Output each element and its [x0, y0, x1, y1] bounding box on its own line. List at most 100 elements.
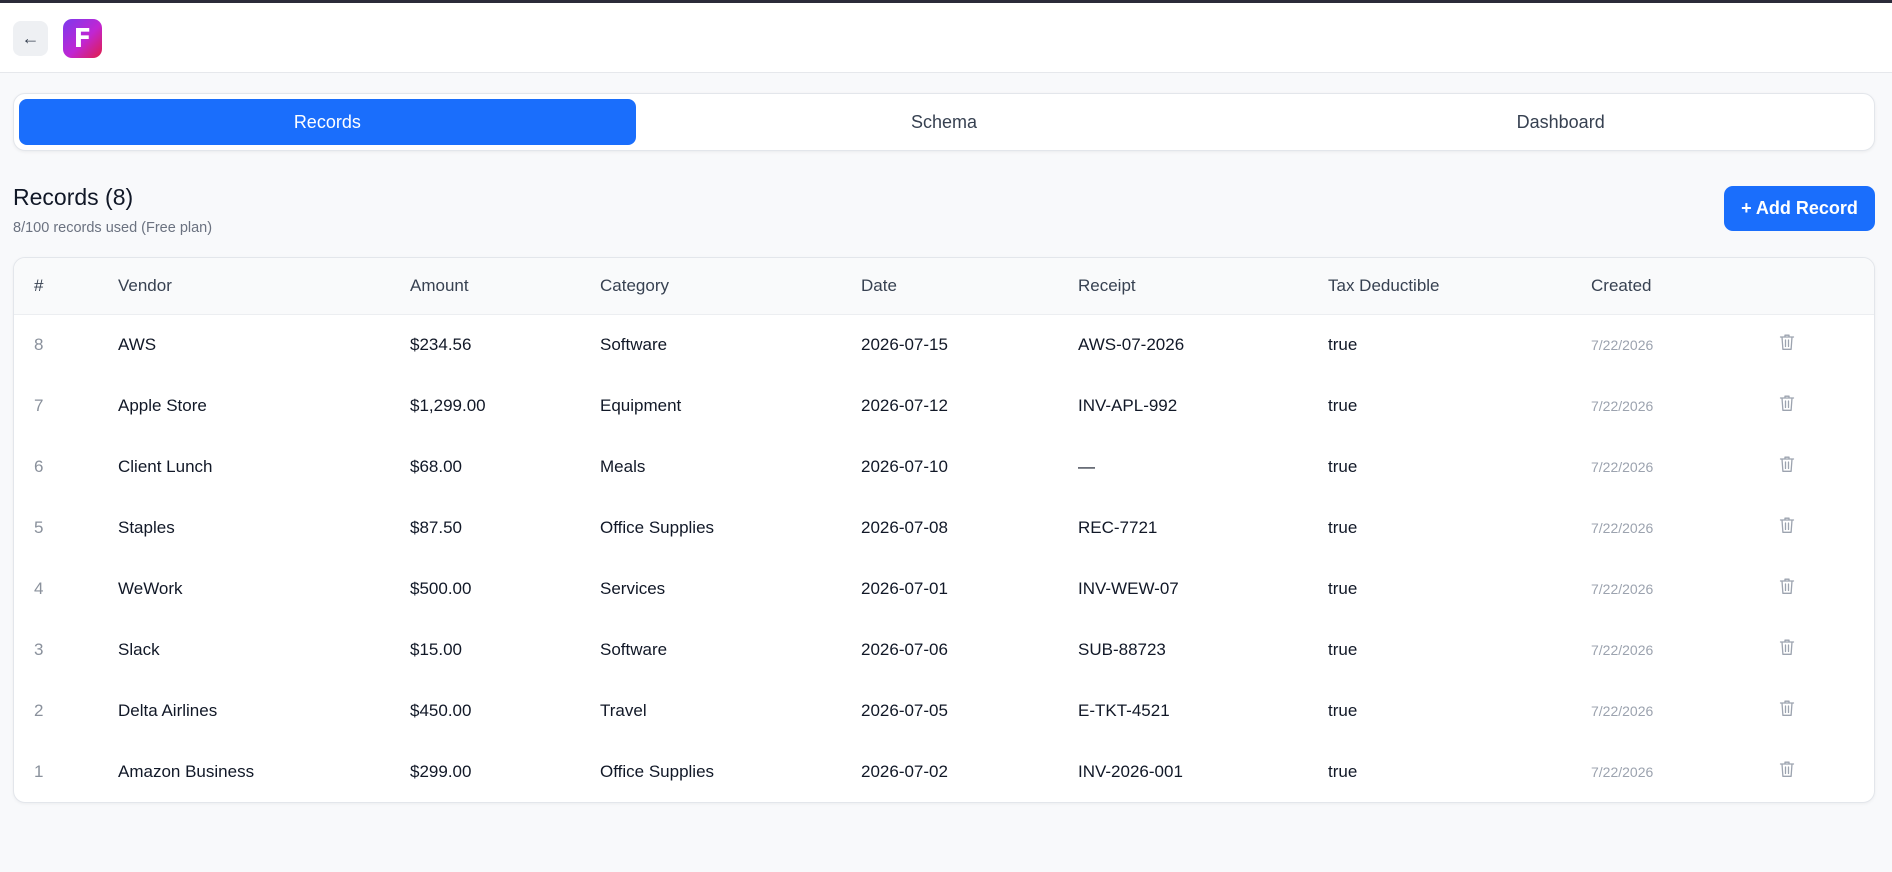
- row-tax-deductible: true: [1328, 334, 1358, 354]
- tab-records[interactable]: Records: [19, 99, 636, 145]
- table-row[interactable]: 8 AWS $234.56 Software 2026-07-15 AWS-07…: [14, 314, 1874, 375]
- row-date: 2026-07-02: [861, 761, 948, 781]
- trash-icon[interactable]: [1779, 760, 1795, 778]
- row-amount: $234.56: [410, 334, 472, 354]
- column-header-tax-deductible[interactable]: Tax Deductible: [1328, 258, 1591, 314]
- row-amount: $500.00: [410, 578, 472, 598]
- row-vendor: Apple Store: [118, 395, 207, 415]
- column-header-date[interactable]: Date: [861, 258, 1078, 314]
- row-number: 2: [34, 700, 44, 720]
- app-header: ← F: [0, 3, 1892, 73]
- column-header-category[interactable]: Category: [600, 258, 861, 314]
- table-row[interactable]: 5 Staples $87.50 Office Supplies 2026-07…: [14, 497, 1874, 558]
- row-created: 7/22/2026: [1591, 580, 1654, 597]
- column-header-number[interactable]: #: [14, 258, 118, 314]
- back-button[interactable]: ←: [13, 21, 48, 56]
- column-header-receipt[interactable]: Receipt: [1078, 258, 1328, 314]
- row-tax-deductible: true: [1328, 578, 1358, 598]
- row-receipt: INV-APL-992: [1078, 395, 1178, 415]
- add-record-button[interactable]: + Add Record: [1724, 186, 1875, 231]
- row-vendor: Amazon Business: [118, 761, 255, 781]
- row-date: 2026-07-12: [861, 395, 948, 415]
- trash-icon[interactable]: [1779, 638, 1795, 656]
- row-date: 2026-07-08: [861, 517, 948, 537]
- row-category: Meals: [600, 456, 646, 476]
- column-header-created[interactable]: Created: [1591, 258, 1779, 314]
- row-tax-deductible: true: [1328, 700, 1358, 720]
- row-vendor: Delta Airlines: [118, 700, 218, 720]
- row-number: 7: [34, 395, 44, 415]
- column-header-vendor[interactable]: Vendor: [118, 258, 410, 314]
- trash-icon[interactable]: [1779, 333, 1795, 351]
- row-receipt: REC-7721: [1078, 517, 1158, 537]
- tab-schema[interactable]: Schema: [636, 99, 1253, 145]
- row-created: 7/22/2026: [1591, 519, 1654, 536]
- row-receipt: AWS-07-2026: [1078, 334, 1185, 354]
- row-number: 6: [34, 456, 44, 476]
- table-row[interactable]: 2 Delta Airlines $450.00 Travel 2026-07-…: [14, 680, 1874, 741]
- trash-icon[interactable]: [1779, 394, 1795, 412]
- row-vendor: Slack: [118, 639, 160, 659]
- records-table-card: # Vendor Amount Category Date Receipt Ta…: [13, 257, 1875, 803]
- row-number: 8: [34, 334, 44, 354]
- row-tax-deductible: true: [1328, 761, 1358, 781]
- row-created: 7/22/2026: [1591, 641, 1654, 658]
- row-vendor: WeWork: [118, 578, 183, 598]
- row-created: 7/22/2026: [1591, 763, 1654, 780]
- row-category: Office Supplies: [600, 761, 715, 781]
- row-number: 5: [34, 517, 44, 537]
- records-table: # Vendor Amount Category Date Receipt Ta…: [14, 258, 1874, 802]
- row-vendor: Staples: [118, 517, 175, 537]
- app-logo: F: [63, 19, 102, 58]
- row-tax-deductible: true: [1328, 456, 1358, 476]
- row-receipt: —: [1078, 456, 1095, 476]
- row-vendor: AWS: [118, 334, 157, 354]
- row-date: 2026-07-06: [861, 639, 948, 659]
- trash-icon[interactable]: [1779, 455, 1795, 473]
- row-date: 2026-07-10: [861, 456, 948, 476]
- row-amount: $87.50: [410, 517, 462, 537]
- row-category: Office Supplies: [600, 517, 715, 537]
- row-amount: $15.00: [410, 639, 462, 659]
- row-amount: $1,299.00: [410, 395, 486, 415]
- row-date: 2026-07-01: [861, 578, 948, 598]
- row-created: 7/22/2026: [1591, 397, 1654, 414]
- table-row[interactable]: 3 Slack $15.00 Software 2026-07-06 SUB-8…: [14, 619, 1874, 680]
- row-amount: $299.00: [410, 761, 472, 781]
- row-number: 1: [34, 761, 44, 781]
- table-header-row: # Vendor Amount Category Date Receipt Ta…: [14, 258, 1874, 314]
- row-category: Services: [600, 578, 666, 598]
- row-receipt: E-TKT-4521: [1078, 700, 1170, 720]
- row-created: 7/22/2026: [1591, 458, 1654, 475]
- column-header-amount[interactable]: Amount: [410, 258, 600, 314]
- usage-subtitle: 8/100 records used (Free plan): [13, 220, 213, 236]
- row-tax-deductible: true: [1328, 517, 1358, 537]
- row-category: Software: [600, 334, 668, 354]
- column-header-actions: [1779, 258, 1874, 314]
- row-tax-deductible: true: [1328, 639, 1358, 659]
- table-row[interactable]: 6 Client Lunch $68.00 Meals 2026-07-10 —…: [14, 436, 1874, 497]
- trash-icon[interactable]: [1779, 516, 1795, 534]
- row-number: 4: [34, 578, 44, 598]
- arrow-left-icon: ←: [21, 28, 40, 48]
- table-row[interactable]: 1 Amazon Business $299.00 Office Supplie…: [14, 741, 1874, 802]
- page-title: Records (8): [13, 184, 134, 210]
- row-receipt: INV-2026-001: [1078, 761, 1183, 781]
- tab-dashboard[interactable]: Dashboard: [1252, 99, 1869, 145]
- row-receipt: SUB-88723: [1078, 639, 1166, 659]
- row-amount: $68.00: [410, 456, 462, 476]
- row-category: Travel: [600, 700, 647, 720]
- view-tabs: Records Schema Dashboard: [13, 93, 1875, 151]
- trash-icon[interactable]: [1779, 699, 1795, 717]
- trash-icon[interactable]: [1779, 577, 1795, 595]
- table-row[interactable]: 4 WeWork $500.00 Services 2026-07-01 INV…: [14, 558, 1874, 619]
- row-amount: $450.00: [410, 700, 472, 720]
- row-number: 3: [34, 639, 44, 659]
- logo-letter: F: [73, 23, 92, 54]
- row-receipt: INV-WEW-07: [1078, 578, 1179, 598]
- row-vendor: Client Lunch: [118, 456, 213, 476]
- row-category: Software: [600, 639, 668, 659]
- row-created: 7/22/2026: [1591, 702, 1654, 719]
- row-tax-deductible: true: [1328, 395, 1358, 415]
- table-row[interactable]: 7 Apple Store $1,299.00 Equipment 2026-0…: [14, 375, 1874, 436]
